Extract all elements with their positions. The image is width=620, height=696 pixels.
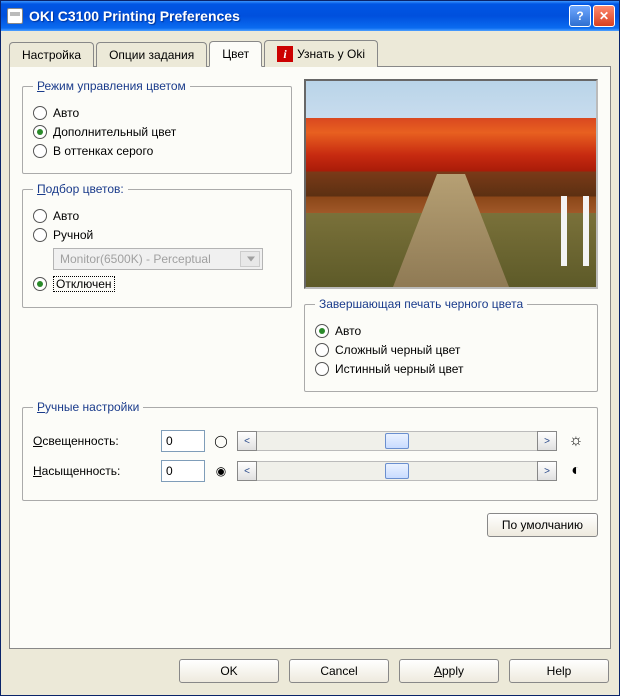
saturation-increase-button[interactable]: > (537, 461, 557, 481)
chevron-right-icon: > (544, 466, 550, 477)
tab-job-options[interactable]: Опции задания (96, 42, 207, 67)
chevron-down-icon (247, 257, 255, 262)
radio-matching-auto-label[interactable]: Авто (53, 209, 79, 223)
tab-color[interactable]: Цвет (209, 41, 262, 67)
brightness-slider[interactable]: < > (237, 431, 557, 451)
saturation-thumb[interactable] (385, 463, 409, 479)
radio-black-true-label[interactable]: Истинный черный цвет (335, 362, 464, 376)
brightness-label: Освещенность: (33, 434, 153, 448)
chevron-left-icon: < (244, 436, 250, 447)
dialog-button-bar: OK Cancel Apply Help (1, 649, 619, 695)
tab-ask-oki-label: Узнать у Oki (297, 47, 365, 61)
radio-color-mode-auto-label[interactable]: Авто (53, 106, 79, 120)
group-black-finish: Завершающая печать черного цвета Авто Сл… (304, 297, 598, 392)
close-button[interactable]: ✕ (593, 5, 615, 27)
brightness-dark-icon: ◯ (213, 434, 229, 448)
radio-matching-auto[interactable] (33, 209, 47, 223)
group-color-mode: Режим управления цветом Авто Дополнитель… (22, 79, 292, 174)
brightness-light-icon: ☼ (565, 432, 587, 450)
saturation-input[interactable]: 0 (161, 460, 205, 482)
chevron-left-icon: < (244, 466, 250, 477)
radio-color-mode-advanced[interactable] (33, 125, 47, 139)
dialog-body: Настройка Опции задания Цвет i Узнать у O… (1, 31, 619, 649)
radio-color-mode-advanced-label[interactable]: Дополнительный цвет (53, 125, 176, 139)
radio-matching-disabled[interactable] (33, 277, 47, 291)
help-titlebar-button[interactable]: ? (569, 5, 591, 27)
radio-color-mode-grayscale-label[interactable]: В оттенках серого (53, 144, 153, 158)
apply-button[interactable]: Apply (399, 659, 499, 683)
printing-preferences-window: OKI C3100 Printing Preferences ? ✕ Настр… (0, 0, 620, 696)
default-button[interactable]: По умолчанию (487, 513, 598, 537)
brightness-increase-button[interactable]: > (537, 431, 557, 451)
saturation-label: Насыщенность: (33, 464, 153, 478)
group-color-matching: Подбор цветов: Авто Ручной Monitor(6500K… (22, 182, 292, 308)
printer-icon (7, 8, 23, 24)
radio-black-composite-label[interactable]: Сложный черный цвет (335, 343, 460, 357)
titlebar: OKI C3100 Printing Preferences ? ✕ (1, 1, 619, 31)
tab-ask-oki[interactable]: i Узнать у Oki (264, 40, 378, 67)
saturation-decrease-button[interactable]: < (237, 461, 257, 481)
radio-matching-disabled-label[interactable]: Отключен (53, 276, 115, 292)
tab-panel-color: Режим управления цветом Авто Дополнитель… (9, 66, 611, 649)
brightness-thumb[interactable] (385, 433, 409, 449)
matching-profile-select: Monitor(6500K) - Perceptual (53, 248, 263, 270)
radio-black-true[interactable] (315, 362, 329, 376)
cancel-button[interactable]: Cancel (289, 659, 389, 683)
saturation-high-icon: ◐ (565, 462, 587, 480)
info-icon: i (277, 46, 293, 62)
saturation-low-icon: ◉ (213, 464, 229, 478)
tab-strip: Настройка Опции задания Цвет i Узнать у O… (9, 39, 611, 66)
preview-image (304, 79, 598, 289)
chevron-right-icon: > (544, 436, 550, 447)
group-color-matching-legend: Подбор цветов: (33, 182, 128, 196)
matching-profile-value: Monitor(6500K) - Perceptual (60, 252, 211, 266)
group-manual-settings-legend: Ручные настройки (33, 400, 143, 414)
radio-black-auto[interactable] (315, 324, 329, 338)
group-color-mode-legend: Режим управления цветом (33, 79, 190, 93)
radio-matching-manual[interactable] (33, 228, 47, 242)
tab-setup[interactable]: Настройка (9, 42, 94, 67)
help-button[interactable]: Help (509, 659, 609, 683)
window-title: OKI C3100 Printing Preferences (29, 8, 567, 24)
group-manual-settings: Ручные настройки Освещенность: 0 ◯ < > ☼… (22, 400, 598, 501)
radio-black-composite[interactable] (315, 343, 329, 357)
brightness-input[interactable]: 0 (161, 430, 205, 452)
saturation-track[interactable] (257, 461, 537, 481)
radio-black-auto-label[interactable]: Авто (335, 324, 361, 338)
group-black-finish-legend: Завершающая печать черного цвета (315, 297, 527, 311)
ok-button[interactable]: OK (179, 659, 279, 683)
radio-color-mode-grayscale[interactable] (33, 144, 47, 158)
radio-color-mode-auto[interactable] (33, 106, 47, 120)
radio-matching-manual-label[interactable]: Ручной (53, 228, 93, 242)
brightness-track[interactable] (257, 431, 537, 451)
brightness-decrease-button[interactable]: < (237, 431, 257, 451)
saturation-slider[interactable]: < > (237, 461, 557, 481)
